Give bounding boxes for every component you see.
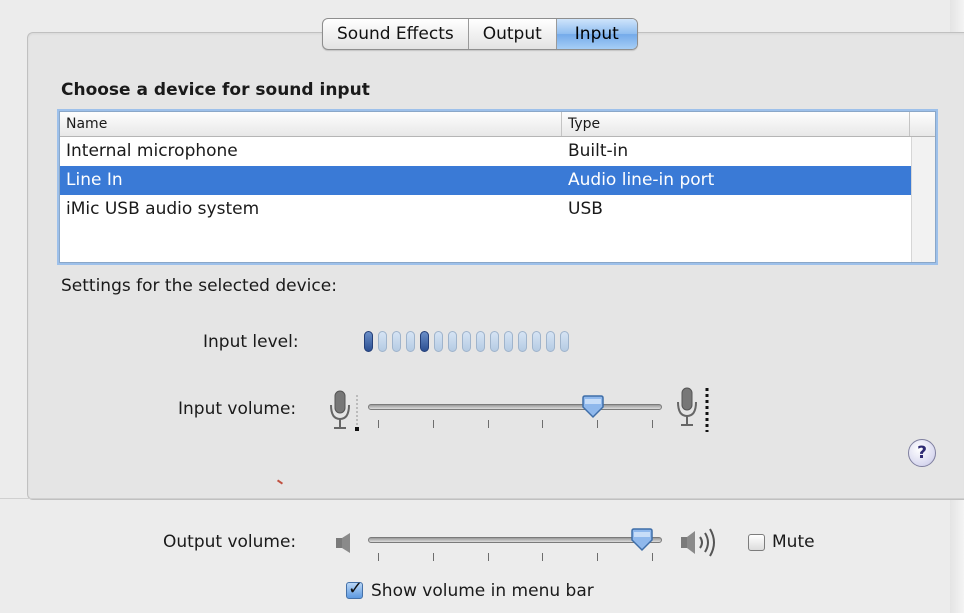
column-header-name[interactable]: Name: [60, 112, 562, 136]
slider-tick: [378, 420, 379, 428]
level-segment: [504, 331, 513, 352]
level-segment: [462, 331, 471, 352]
bottom-divider: [0, 498, 964, 499]
level-segment: [518, 331, 527, 352]
tab-bar: Sound Effects Output Input: [322, 18, 638, 50]
level-segment: [364, 331, 373, 352]
microphone-high-icon: [677, 387, 709, 432]
level-segment: [378, 331, 387, 352]
slider-tick: [542, 420, 544, 428]
output-volume-label: Output volume:: [163, 532, 297, 552]
slider-ticks: [368, 420, 662, 430]
slider-tick: [432, 420, 434, 428]
sound-preferences-window: Sound Effects Output Input Choose a devi…: [0, 0, 964, 613]
mute-label[interactable]: Mute: [772, 532, 815, 552]
column-header-corner: [910, 112, 935, 136]
level-segment: [546, 331, 555, 352]
slider-tick: [597, 553, 599, 561]
level-segment: [448, 331, 457, 352]
device-type: Built-in: [568, 141, 629, 161]
table-scrollbar[interactable]: [911, 137, 935, 262]
input-level-label: Input level:: [203, 332, 299, 352]
level-segment: [532, 331, 541, 352]
slider-tick: [652, 420, 653, 428]
slider-track: [368, 537, 662, 543]
device-name: Internal microphone: [66, 141, 238, 161]
table-row[interactable]: Internal microphone Built-in: [60, 137, 911, 166]
device-type: USB: [568, 199, 603, 219]
level-segment: [406, 331, 415, 352]
mute-checkbox[interactable]: [748, 534, 765, 551]
input-device-table: Name Type Internal microphone Built-in L…: [59, 111, 936, 263]
slider-tick: [652, 553, 653, 561]
speaker-high-icon: [681, 528, 715, 557]
tab-input[interactable]: Input: [556, 19, 637, 49]
show-volume-checkbox[interactable]: ✓: [346, 578, 363, 599]
table-header: Name Type: [60, 112, 935, 137]
level-segment: [490, 331, 499, 352]
table-row-selected[interactable]: Line In Audio line-in port: [60, 166, 911, 195]
microphone-low-icon: [330, 390, 359, 431]
show-volume-label[interactable]: Show volume in menu bar: [371, 581, 594, 601]
slider-tick: [432, 553, 434, 561]
level-segment: [392, 331, 401, 352]
level-segment: [420, 331, 429, 352]
section-title: Choose a device for sound input: [61, 80, 370, 100]
column-header-type[interactable]: Type: [562, 112, 910, 136]
speaker-low-icon: [336, 533, 350, 553]
level-segment: [560, 331, 569, 352]
settings-label: Settings for the selected device:: [61, 276, 337, 296]
device-name: Line In: [66, 170, 123, 190]
level-segment: [476, 331, 485, 352]
device-type: Audio line-in port: [568, 170, 715, 190]
level-segment: [434, 331, 443, 352]
slider-thumb[interactable]: [630, 528, 654, 552]
slider-thumb[interactable]: [581, 395, 605, 419]
slider-tick: [378, 553, 379, 561]
slider-tick: [542, 553, 544, 561]
tab-output[interactable]: Output: [469, 19, 557, 49]
slider-tick: [487, 420, 489, 428]
table-row[interactable]: iMic USB audio system USB: [60, 195, 911, 224]
slider-tick: [487, 553, 489, 561]
slider-tick: [597, 420, 599, 428]
slider-track: [368, 404, 662, 410]
checkmark-icon: ✓: [348, 578, 364, 599]
input-volume-slider[interactable]: [368, 392, 662, 432]
device-name: iMic USB audio system: [66, 199, 260, 219]
tab-sound-effects[interactable]: Sound Effects: [323, 19, 469, 49]
input-volume-label: Input volume:: [178, 399, 297, 419]
input-level-meter: [364, 331, 569, 352]
help-button[interactable]: ?: [908, 439, 936, 467]
output-volume-slider[interactable]: [368, 525, 662, 565]
slider-ticks: [368, 553, 662, 563]
